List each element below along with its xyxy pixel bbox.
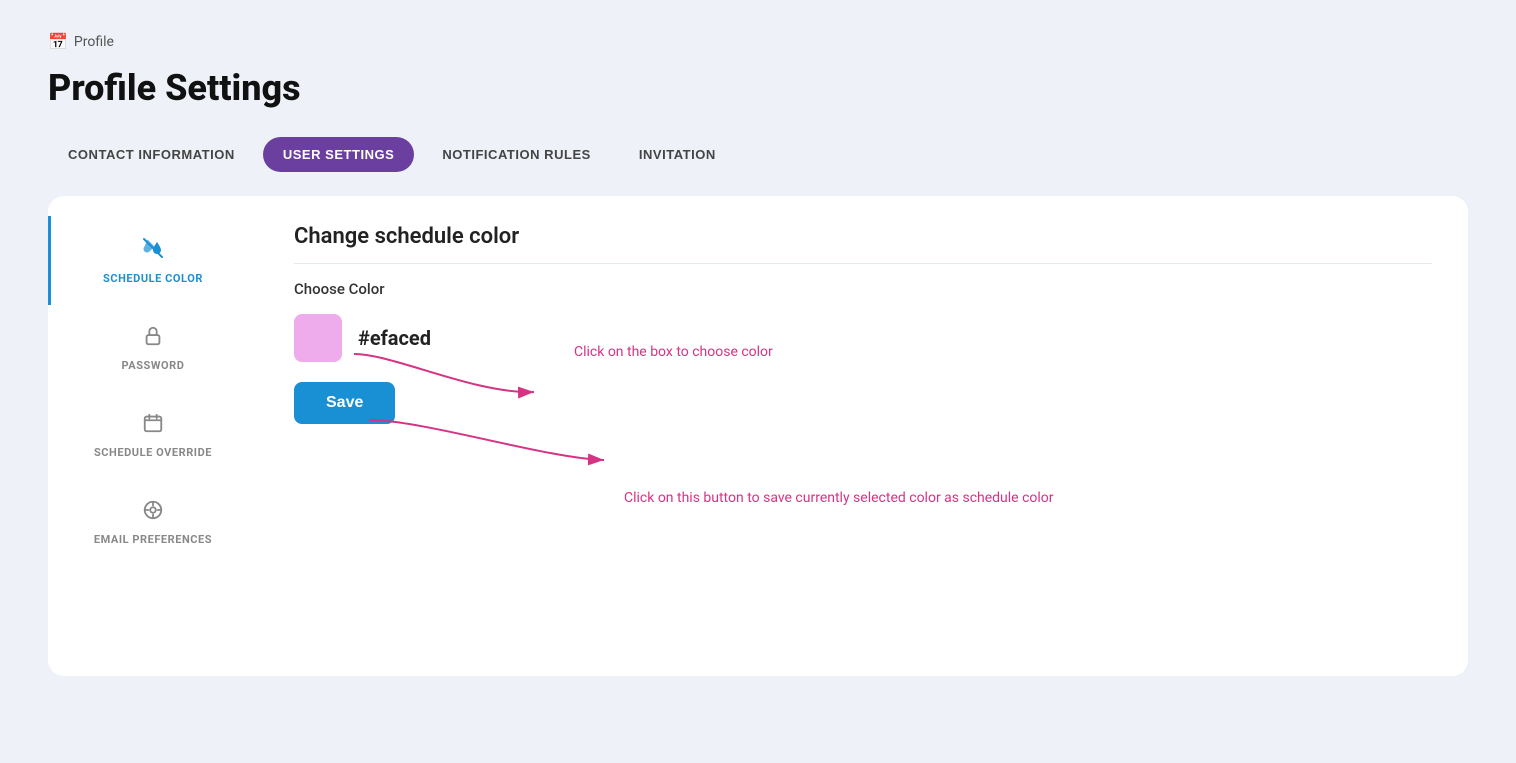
lock-icon [142,325,164,353]
color-swatch[interactable] [294,314,342,362]
paint-bucket-icon [141,236,165,266]
sidebar-item-password[interactable]: PASSWORD [48,305,258,392]
schedule-override-icon [142,412,164,440]
annotation-text-2: Click on this button to save currently s… [624,490,1054,506]
sidebar-item-schedule-color-label: SCHEDULE COLOR [103,272,203,285]
choose-color-label: Choose Color [294,280,1432,298]
color-hex-value: #efaced [358,326,431,350]
breadcrumb: 📅 Profile [48,32,1468,51]
save-button-row: Save Click on this button to save curren… [294,382,994,424]
tab-contact-information[interactable]: CONTACT INFORMATION [48,137,255,172]
sidebar-item-schedule-override[interactable]: SCHEDULE OVERRIDE [48,392,258,479]
page-title: Profile Settings [48,67,1468,109]
main-content-area: Change schedule color Choose Color #efac… [258,196,1468,676]
tab-invitation[interactable]: INVITATION [619,137,736,172]
save-button[interactable]: Save [294,382,395,424]
content-card: SCHEDULE COLOR PASSWORD SCHEDULE OVERRID… [48,196,1468,676]
tab-user-settings[interactable]: USER SETTINGS [263,137,415,172]
tab-bar: CONTACT INFORMATION USER SETTINGS NOTIFI… [48,137,1468,172]
annotation-text-1: Click on the box to choose color [574,344,773,360]
sidebar-item-schedule-color[interactable]: SCHEDULE COLOR [48,216,258,305]
sidebar-item-password-label: PASSWORD [122,359,185,372]
section-title: Change schedule color [294,224,1432,264]
annotation-wrapper: #efaced Click on the box to choose color… [294,314,994,424]
sidebar: SCHEDULE COLOR PASSWORD SCHEDULE OVERRID… [48,196,258,676]
tab-notification-rules[interactable]: NOTIFICATION RULES [422,137,611,172]
breadcrumb-label: Profile [74,34,114,50]
sidebar-item-schedule-override-label: SCHEDULE OVERRIDE [94,446,212,459]
calendar-icon: 📅 [48,32,68,51]
sidebar-item-email-preferences-label: EMAIL PREFERENCES [94,533,212,546]
email-icon [142,499,164,527]
sidebar-item-email-preferences[interactable]: EMAIL PREFERENCES [48,479,258,566]
